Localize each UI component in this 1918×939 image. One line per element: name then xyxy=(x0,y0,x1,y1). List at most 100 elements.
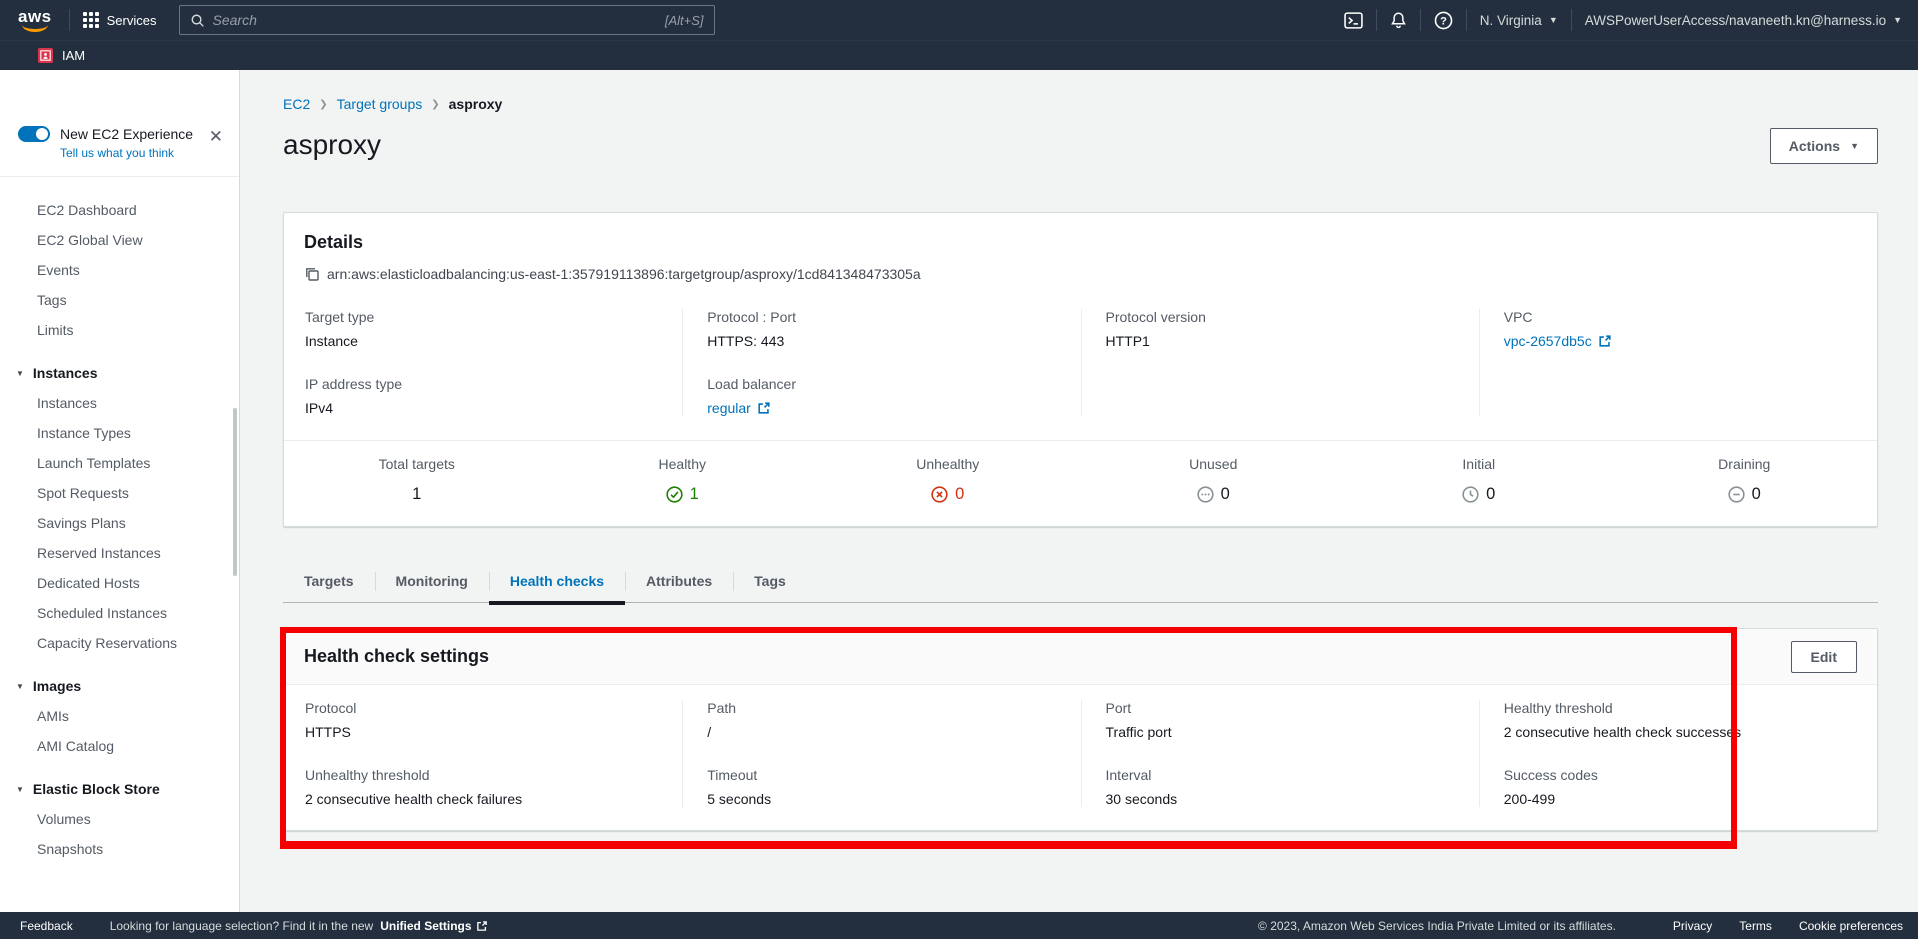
field-label: Protocol : Port xyxy=(707,309,1056,325)
tab-tags[interactable]: Tags xyxy=(733,563,807,602)
tab-monitoring[interactable]: Monitoring xyxy=(375,563,489,602)
stat-total-targets: Total targets 1 xyxy=(284,456,550,504)
topbar-divider xyxy=(69,9,70,31)
new-experience-block: New EC2 Experience Tell us what you thin… xyxy=(0,104,239,177)
load-balancer-link[interactable]: regular xyxy=(707,400,751,416)
field-value: 30 seconds xyxy=(1106,791,1455,807)
aws-logo-text: aws xyxy=(18,9,52,24)
health-check-column-1: Protocol HTTPS Unhealthy threshold 2 con… xyxy=(284,700,682,807)
field-label: Protocol version xyxy=(1106,309,1455,325)
field-label: Healthy threshold xyxy=(1504,700,1853,716)
tab-targets[interactable]: Targets xyxy=(283,563,375,602)
sidebar-item-dedicated-hosts[interactable]: Dedicated Hosts xyxy=(0,568,239,598)
aws-logo[interactable]: aws xyxy=(18,9,52,32)
tab-health-checks[interactable]: Health checks xyxy=(489,563,625,602)
sidebar-item-launch-templates[interactable]: Launch Templates xyxy=(0,448,239,478)
services-menu-button[interactable]: Services xyxy=(83,12,157,28)
footer-bar: Feedback Looking for language selection?… xyxy=(0,912,1918,939)
field-value: HTTP1 xyxy=(1106,333,1455,349)
vpc-link[interactable]: vpc-2657db5c xyxy=(1504,333,1592,349)
triangle-down-icon: ▼ xyxy=(16,369,24,378)
page-title: asproxy xyxy=(283,125,1878,165)
external-link-icon xyxy=(1598,334,1612,348)
sidebar-item-amis[interactable]: AMIs xyxy=(0,701,239,731)
svg-text:?: ? xyxy=(1440,15,1447,27)
global-search-box[interactable]: [Alt+S] xyxy=(179,5,715,35)
sidebar-item-snapshots[interactable]: Snapshots xyxy=(0,834,239,864)
sidebar-item-instances[interactable]: Instances xyxy=(0,388,239,418)
account-menu[interactable]: AWSPowerUserAccess/navaneeth.kn@harness.… xyxy=(1585,13,1902,28)
unified-settings-link[interactable]: Unified Settings xyxy=(380,919,487,933)
external-link-icon xyxy=(757,401,771,415)
sidebar-item-spot-requests[interactable]: Spot Requests xyxy=(0,478,239,508)
sidebar-item-reserved-instances[interactable]: Reserved Instances xyxy=(0,538,239,568)
stat-unhealthy: Unhealthy 0 xyxy=(815,456,1081,504)
tab-bar: Targets Monitoring Health checks Attribu… xyxy=(283,563,1878,603)
stat-unused: Unused 0 xyxy=(1081,456,1347,504)
field-value: 200-499 xyxy=(1504,791,1853,807)
sidebar-item-scheduled-instances[interactable]: Scheduled Instances xyxy=(0,598,239,628)
top-navigation-bar: aws Services [Alt+S] ? N. Virgin xyxy=(0,0,1918,40)
terms-link[interactable]: Terms xyxy=(1739,919,1772,933)
sidebar-item-instance-types[interactable]: Instance Types xyxy=(0,418,239,448)
sidebar-section-instances[interactable]: ▼ Instances xyxy=(0,358,239,388)
cookie-preferences-link[interactable]: Cookie preferences xyxy=(1799,919,1903,933)
clock-icon xyxy=(1462,486,1479,503)
field-label: Interval xyxy=(1106,767,1455,783)
target-health-summary: Total targets 1 Healthy 1 Unhealthy xyxy=(284,440,1877,526)
sidebar-scrollbar[interactable] xyxy=(233,408,237,576)
health-check-column-2: Path / Timeout 5 seconds xyxy=(682,700,1080,807)
field-label: Target type xyxy=(305,309,658,325)
edit-button[interactable]: Edit xyxy=(1791,641,1857,673)
ellipsis-circle-icon xyxy=(1197,486,1214,503)
sidebar-item-ami-catalog[interactable]: AMI Catalog xyxy=(0,731,239,761)
tell-us-link[interactable]: Tell us what you think xyxy=(60,146,223,160)
sidebar-section-elastic-block-store[interactable]: ▼ Elastic Block Store xyxy=(0,774,239,804)
close-icon[interactable]: ✕ xyxy=(209,128,223,145)
sidebar-item-tags[interactable]: Tags xyxy=(0,285,239,315)
breadcrumb: EC2 ❯ Target groups ❯ asproxy xyxy=(283,96,1878,112)
new-experience-title: New EC2 Experience xyxy=(60,126,193,142)
sidebar-item-savings-plans[interactable]: Savings Plans xyxy=(0,508,239,538)
sidebar-item-limits[interactable]: Limits xyxy=(0,315,239,345)
new-experience-toggle[interactable] xyxy=(18,126,50,142)
iam-shortcut-link[interactable]: IAM xyxy=(62,48,85,63)
breadcrumb-ec2-link[interactable]: EC2 xyxy=(283,96,310,112)
notifications-bell-button[interactable] xyxy=(1390,11,1407,29)
sidebar-section-images[interactable]: ▼ Images xyxy=(0,671,239,701)
sidebar-item-ec2-dashboard[interactable]: EC2 Dashboard xyxy=(0,195,239,225)
field-label: Timeout xyxy=(707,767,1056,783)
health-check-settings-card: Health check settings Edit Protocol HTTP… xyxy=(283,628,1878,831)
search-shortcut-hint: [Alt+S] xyxy=(665,13,704,28)
feedback-link[interactable]: Feedback xyxy=(20,919,73,933)
check-circle-icon xyxy=(666,486,683,503)
sidebar-item-volumes[interactable]: Volumes xyxy=(0,804,239,834)
language-selection-note: Looking for language selection? Find it … xyxy=(110,919,488,933)
field-label: Port xyxy=(1106,700,1455,716)
sidebar-item-ec2-global-view[interactable]: EC2 Global View xyxy=(0,225,239,255)
triangle-down-icon: ▼ xyxy=(16,785,24,794)
actions-button[interactable]: Actions ▼ xyxy=(1770,128,1878,164)
stat-initial: Initial 0 xyxy=(1346,456,1612,504)
cloudshell-button[interactable] xyxy=(1344,12,1363,29)
services-label: Services xyxy=(107,13,157,28)
tab-attributes[interactable]: Attributes xyxy=(625,563,733,602)
field-value: 5 seconds xyxy=(707,791,1056,807)
field-label: IP address type xyxy=(305,376,658,392)
sidebar-item-capacity-reservations[interactable]: Capacity Reservations xyxy=(0,628,239,658)
help-button[interactable]: ? xyxy=(1434,11,1453,30)
privacy-link[interactable]: Privacy xyxy=(1673,919,1712,933)
region-selector[interactable]: N. Virginia ▼ xyxy=(1480,13,1558,28)
account-label: AWSPowerUserAccess/navaneeth.kn@harness.… xyxy=(1585,13,1886,28)
target-group-arn: arn:aws:elasticloadbalancing:us-east-1:3… xyxy=(327,266,921,282)
breadcrumb-current: asproxy xyxy=(449,96,503,112)
field-value: Instance xyxy=(305,333,658,349)
field-label: Path xyxy=(707,700,1056,716)
breadcrumb-target-groups-link[interactable]: Target groups xyxy=(337,96,423,112)
chevron-down-icon: ▼ xyxy=(1893,15,1902,25)
details-column-3: Protocol version HTTP1 xyxy=(1081,309,1479,416)
iam-service-icon[interactable] xyxy=(38,48,53,63)
sidebar-item-events[interactable]: Events xyxy=(0,255,239,285)
copy-arn-icon[interactable] xyxy=(304,266,320,282)
search-input[interactable] xyxy=(213,12,657,28)
